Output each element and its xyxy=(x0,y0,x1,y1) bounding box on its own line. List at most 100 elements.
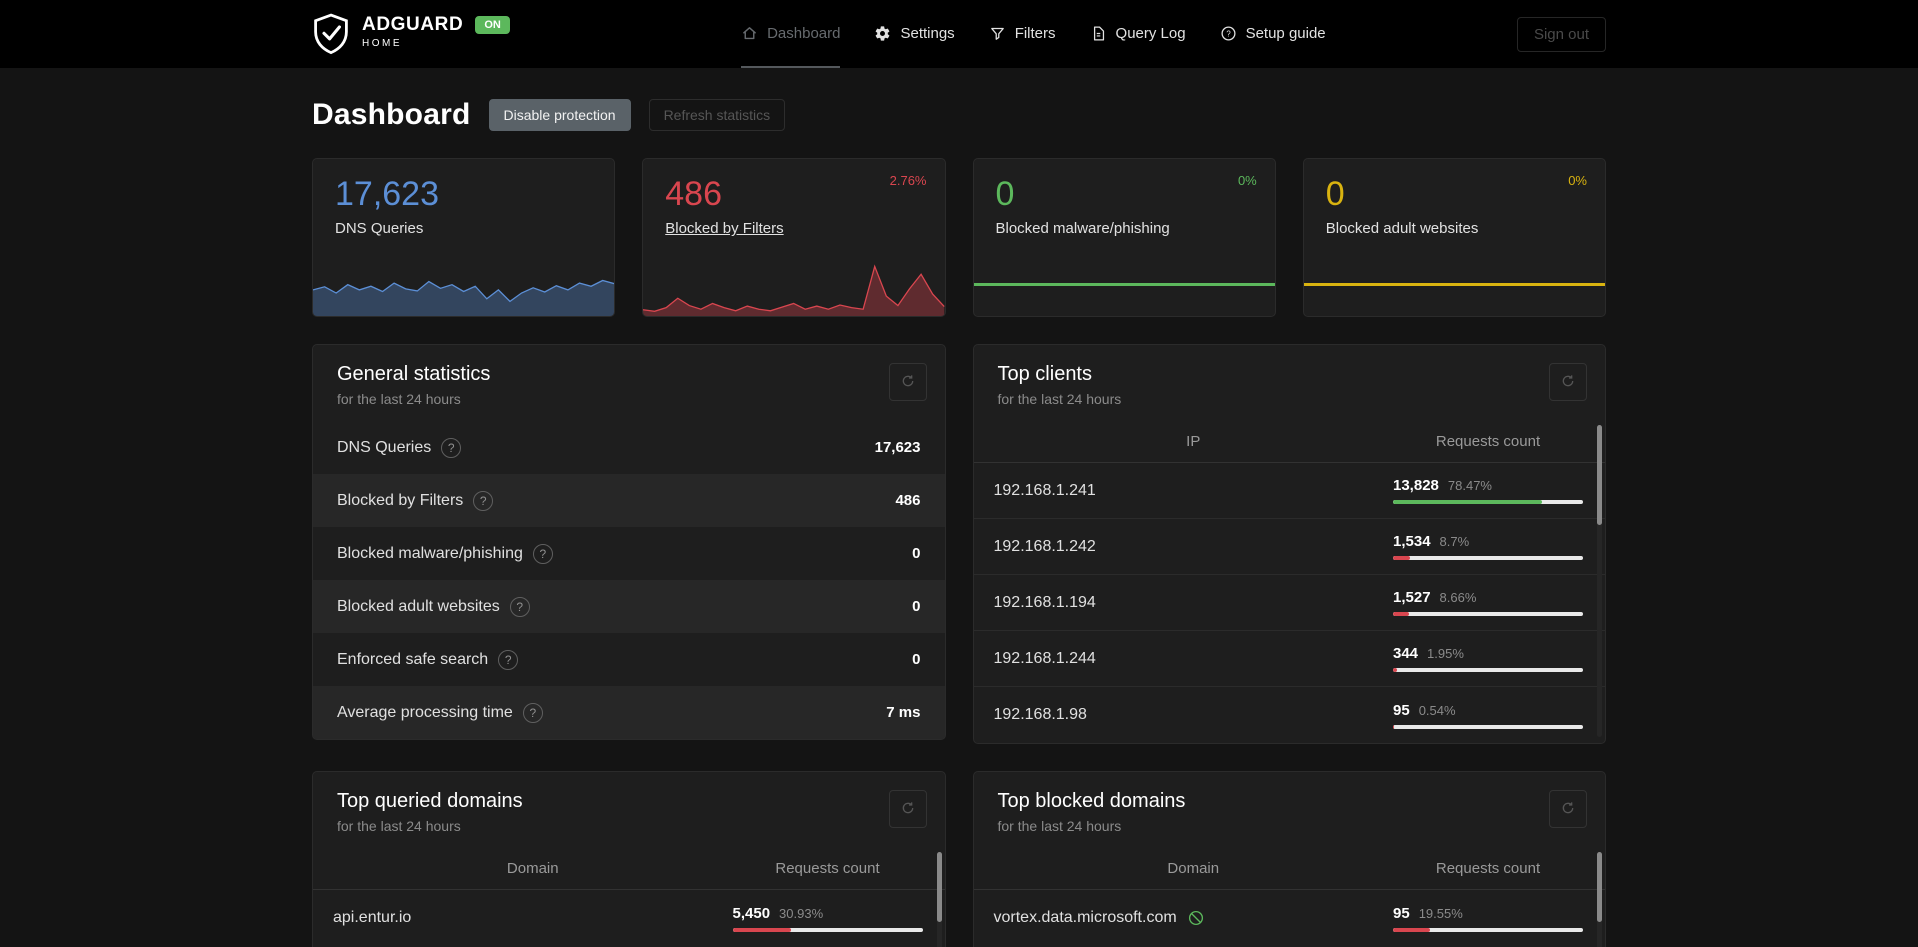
column-header-requests: Requests count xyxy=(1435,860,1541,877)
scrollbar[interactable] xyxy=(1597,425,1602,737)
column-header-domain: Domain xyxy=(506,860,559,877)
client-row: 192.168.1.244 344 1.95% xyxy=(973,631,1605,687)
top-blocked-domains-panel: Top blocked domains for the last 24 hour… xyxy=(972,771,1606,947)
requests-count: 13,828 xyxy=(1393,477,1439,494)
stat-value: 0 xyxy=(1325,175,1345,213)
help-icon[interactable]: ? xyxy=(532,543,553,564)
nav-item-query-log[interactable]: Query Log xyxy=(1090,0,1186,68)
requests-count: 5,450 xyxy=(732,904,771,922)
top-clients-panel: Top clients for the last 24 hours IP Req… xyxy=(972,344,1606,744)
progress-bar xyxy=(1393,927,1583,932)
navbar: ADGUARD HOME ON Dashboard Settings Filte… xyxy=(0,0,1918,68)
stat-value: 486 xyxy=(665,175,722,213)
client-ip[interactable]: 192.168.1.194 xyxy=(994,594,1394,612)
refresh-button[interactable] xyxy=(888,363,927,401)
stat-row-value: 0 xyxy=(912,545,921,562)
stat-label-link[interactable]: Blocked by Filters xyxy=(665,220,783,237)
stat-row: Enforced safe search? 0 xyxy=(313,633,945,686)
table-header: IP Requests count xyxy=(973,421,1605,463)
requests-count: 1,527 xyxy=(1393,589,1431,606)
stat-percent: 0% xyxy=(1237,173,1257,188)
stat-value: 17,623 xyxy=(335,175,439,213)
stat-row-value: 0 xyxy=(912,651,921,668)
scrollbar-thumb[interactable] xyxy=(1597,425,1602,525)
stat-row-label: Average processing time xyxy=(337,703,513,721)
progress-bar xyxy=(732,927,923,932)
client-row: 192.168.1.194 1,527 8.66% xyxy=(973,575,1605,631)
client-row: 192.168.1.98 95 0.54% xyxy=(974,687,1606,743)
main-content: Dashboard Disable protection Refresh sta… xyxy=(312,68,1606,947)
table-header: Domain Requests count xyxy=(313,848,945,890)
nav-label: Settings xyxy=(900,24,955,42)
requests-count: 344 xyxy=(1393,645,1419,662)
client-ip[interactable]: 192.168.1.242 xyxy=(994,538,1394,556)
brand-name: ADGUARD xyxy=(362,14,464,35)
refresh-button[interactable] xyxy=(1549,790,1587,828)
brand[interactable]: ADGUARD HOME ON xyxy=(312,13,510,55)
top-queried-domains-panel: Top queried domains for the last 24 hour… xyxy=(312,771,946,947)
sign-out-button[interactable]: Sign out xyxy=(1516,16,1606,52)
refresh-button[interactable] xyxy=(1549,363,1587,401)
requests-count: 1,534 xyxy=(1393,533,1431,550)
help-icon[interactable]: ? xyxy=(522,702,543,723)
disable-protection-button[interactable]: Disable protection xyxy=(488,99,631,131)
column-header-ip: IP xyxy=(1186,433,1201,450)
domain-row: vortex.data.microsoft.com 95 19.55% xyxy=(974,890,1606,946)
blocked-adult-sparkline xyxy=(1303,258,1605,316)
refresh-icon xyxy=(900,800,916,819)
stat-label: Blocked adult websites xyxy=(1325,220,1479,238)
stat-row-label: Enforced safe search xyxy=(337,650,489,668)
panel-row-2: Top queried domains for the last 24 hour… xyxy=(312,771,1606,947)
refresh-button[interactable] xyxy=(888,790,927,828)
requests-percent: 8.66% xyxy=(1439,590,1477,605)
progress-bar xyxy=(1393,556,1583,560)
scrollbar[interactable] xyxy=(936,852,942,947)
nav-item-dashboard[interactable]: Dashboard xyxy=(741,0,841,68)
progress-bar xyxy=(1393,668,1583,672)
scrollbar[interactable] xyxy=(1597,852,1602,947)
stat-row-label: DNS Queries xyxy=(337,438,432,456)
table-header: Domain Requests count xyxy=(973,848,1605,890)
stat-row-value: 7 ms xyxy=(886,704,921,721)
client-row: 192.168.1.242 1,534 8.7% xyxy=(973,519,1605,575)
help-icon[interactable]: ? xyxy=(509,596,530,617)
panel-title: Top queried domains xyxy=(337,790,523,812)
requests-count: 95 xyxy=(1393,701,1410,719)
nav-item-filters[interactable]: Filters xyxy=(989,0,1056,68)
refresh-icon xyxy=(1560,800,1576,819)
requests-percent: 1.95% xyxy=(1427,646,1464,661)
document-icon xyxy=(1090,25,1107,42)
domain-name[interactable]: api.entur.io xyxy=(333,909,733,927)
stat-row: Blocked adult websites? 0 xyxy=(313,580,945,633)
blocked-malware-sparkline xyxy=(973,258,1275,316)
help-icon[interactable]: ? xyxy=(441,437,462,458)
panel-title: Top blocked domains xyxy=(997,790,1186,812)
top-clients-table: 192.168.1.241 13,828 78.47% 192.168.1.242… xyxy=(973,463,1606,743)
blocked-icon xyxy=(1187,909,1205,927)
stat-card-blocked-adult: 0 Blocked adult websites 0% xyxy=(1302,158,1606,317)
stat-row-value: 17,623 xyxy=(874,439,921,456)
help-icon[interactable]: ? xyxy=(473,490,494,511)
protection-status-badge: ON xyxy=(475,16,510,34)
stat-value: 0 xyxy=(995,175,1015,213)
scrollbar-thumb[interactable] xyxy=(1597,852,1602,922)
brand-subtitle: HOME xyxy=(362,37,402,49)
nav-item-settings[interactable]: Settings xyxy=(874,0,955,68)
refresh-statistics-button[interactable]: Refresh statistics xyxy=(648,99,786,131)
client-ip[interactable]: 192.168.1.244 xyxy=(994,650,1394,668)
stat-row-label: Blocked malware/phishing xyxy=(337,544,523,562)
progress-bar xyxy=(1393,724,1583,729)
top-queried-domains-table: api.entur.io 5,450 30.93% xyxy=(313,890,945,946)
domain-text: vortex.data.microsoft.com xyxy=(993,909,1177,926)
help-icon[interactable]: ? xyxy=(498,649,519,670)
client-ip[interactable]: 192.168.1.98 xyxy=(994,706,1394,724)
nav-item-setup-guide[interactable]: ? Setup guide xyxy=(1220,0,1326,68)
scrollbar-thumb[interactable] xyxy=(936,852,942,922)
blocked-filters-sparkline xyxy=(643,258,945,316)
client-ip[interactable]: 192.168.1.241 xyxy=(994,482,1394,500)
nav-label: Setup guide xyxy=(1245,24,1326,42)
domain-name[interactable]: vortex.data.microsoft.com xyxy=(994,909,1394,927)
progress-bar xyxy=(1393,612,1583,616)
dns-queries-sparkline xyxy=(313,258,615,316)
stat-card-blocked-malware: 0 Blocked malware/phishing 0% xyxy=(972,158,1276,317)
